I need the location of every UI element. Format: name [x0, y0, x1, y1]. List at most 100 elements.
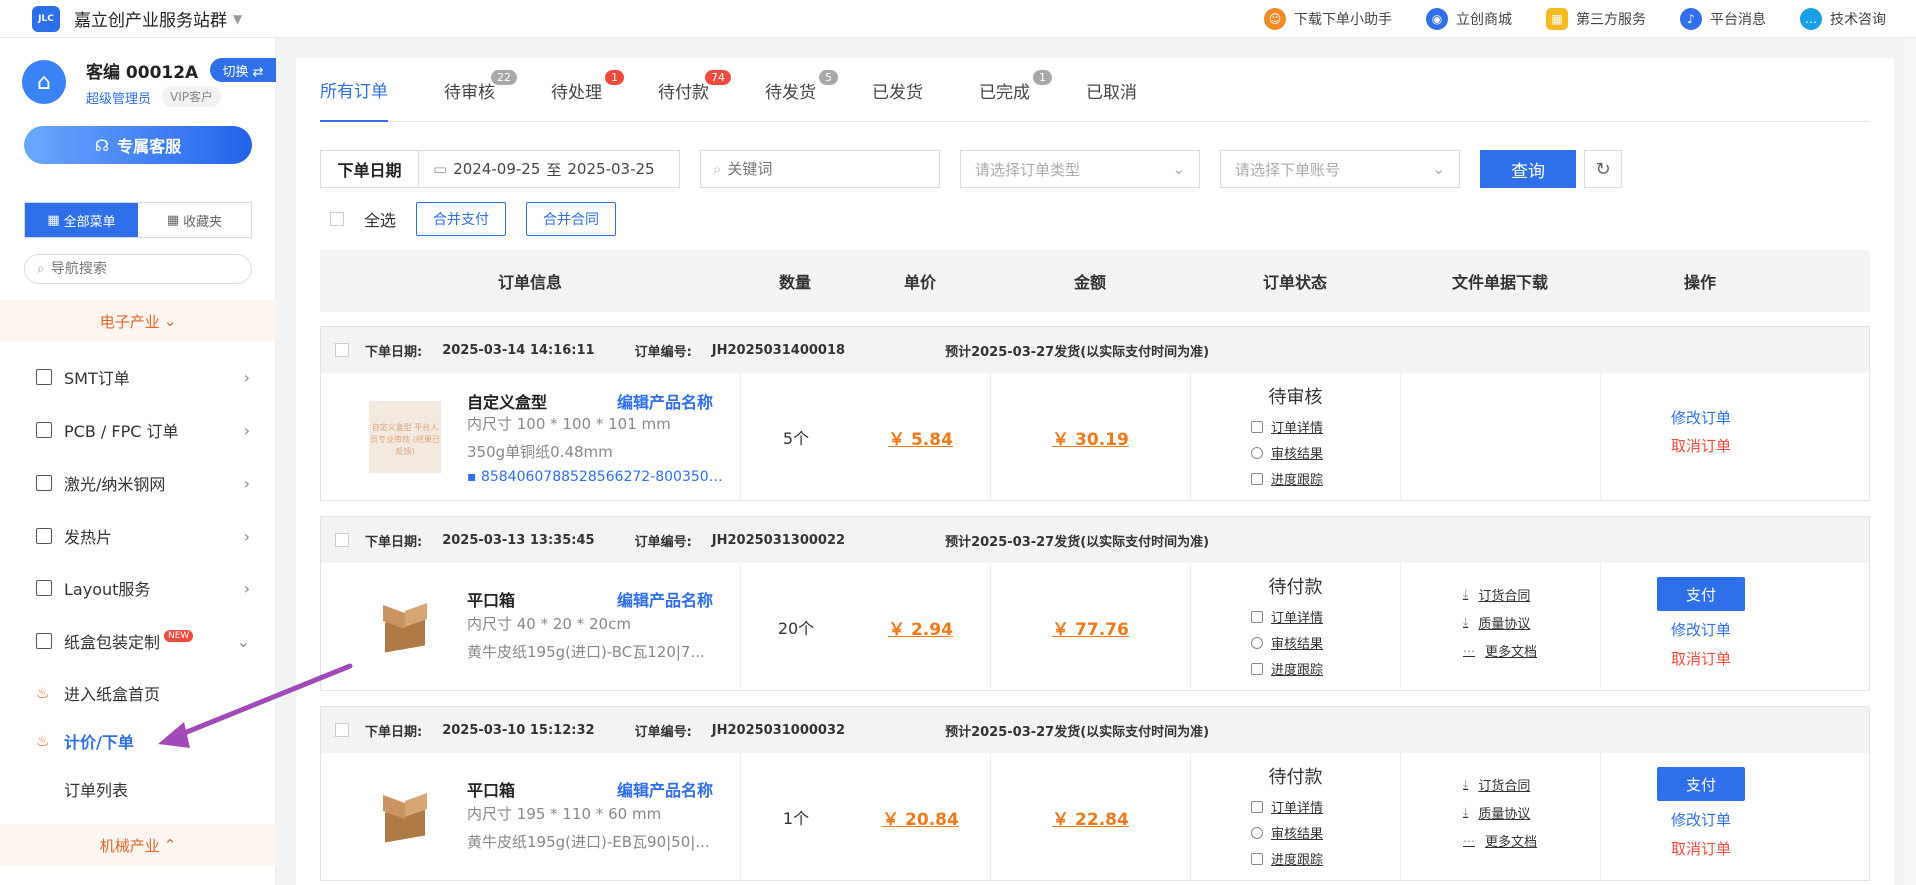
progress-link[interactable]: 进度跟踪 [1251, 659, 1323, 678]
nav-search-input[interactable] [50, 261, 231, 277]
tab-label: 已取消 [1086, 82, 1137, 103]
order-checkbox[interactable] [335, 533, 349, 547]
tab-pending-process[interactable]: 待处理 1 [551, 58, 624, 122]
unit-price[interactable]: ￥ 20.84 [882, 805, 959, 830]
hourglass-icon [1251, 472, 1263, 485]
date-range-picker[interactable]: 下单日期 ▭ 2024-09-25 至 2025-03-25 [320, 150, 680, 188]
top-link-assistant[interactable]: ☺ 下载下单小助手 [1264, 8, 1392, 30]
document-icon [1251, 420, 1263, 433]
page-scrollbar[interactable] [1904, 38, 1916, 885]
product-thumbnail[interactable]: 自定义盒型 平台人员专业审核 (结果已反馈) [369, 401, 441, 473]
product-name: 自定义盒型 [467, 393, 548, 412]
edit-order-link[interactable]: 修改订单 [1637, 407, 1765, 428]
sidebar-item-stencil[interactable]: 激光/纳米钢网 › [0, 457, 276, 509]
unit-price[interactable]: ￥ 2.94 [888, 615, 953, 640]
order-checkbox[interactable] [335, 343, 349, 357]
chevron-down-icon: ⌄ [1172, 160, 1185, 178]
progress-link[interactable]: 进度跟踪 [1251, 469, 1323, 488]
section-electronics[interactable]: 电子产业 ⌄ [0, 300, 276, 342]
cancel-order-link[interactable]: 取消订单 [1637, 648, 1765, 669]
progress-link[interactable]: 进度跟踪 [1251, 849, 1323, 868]
edit-product-name-link[interactable]: 编辑产品名称 [617, 587, 713, 611]
home-icon[interactable]: ⌂ [22, 60, 66, 104]
order-no: JH2025031300022 [711, 532, 846, 548]
product-thumbnail[interactable] [369, 781, 441, 853]
sidebar-item-layout[interactable]: Layout服务 › [0, 562, 276, 614]
section-machinery[interactable]: 机械产业 ⌃ [0, 824, 276, 866]
review-result-link[interactable]: 审核结果 [1251, 443, 1323, 462]
merge-pay-button[interactable]: 合并支付 [416, 202, 507, 236]
sidebar-subitem-order-list[interactable]: 订单列表 [0, 766, 276, 812]
tab-all-orders[interactable]: 所有订单 [320, 58, 388, 122]
purchase-contract-link[interactable]: ⤓ 订货合同 [1463, 775, 1530, 794]
date-range-value[interactable]: ▭ 2024-09-25 至 2025-03-25 [419, 159, 655, 180]
pay-button[interactable]: 支付 [1657, 577, 1745, 611]
tab-pending-ship[interactable]: 待发货 5 [765, 58, 838, 122]
keyword-input[interactable] [727, 160, 928, 178]
top-link-label: 平台消息 [1710, 12, 1766, 28]
file-link[interactable]: ▪ 858406078852856627​2-8003505... [467, 469, 727, 485]
total-amount[interactable]: ￥ 22.84 [1052, 805, 1129, 830]
query-button[interactable]: 查询 [1480, 150, 1576, 188]
tab-cancelled[interactable]: 已取消 [1086, 58, 1137, 122]
unit-price[interactable]: ￥ 5.84 [888, 425, 953, 450]
order-header: 下单日期: 2025-03-14 14:16:11 订单编号: JH202503… [321, 327, 1869, 373]
select-all-checkbox[interactable] [330, 212, 344, 226]
edit-order-link[interactable]: 修改订单 [1637, 809, 1765, 830]
top-link-third-party[interactable]: ▦ 第三方服务 [1546, 8, 1646, 30]
account-select[interactable]: 请选择下单账号 ⌄ [1220, 150, 1460, 188]
download-icon: ⤓ [1463, 587, 1469, 601]
tab-all-menu[interactable]: ▦ 全部菜单 [25, 203, 138, 237]
top-link-messages[interactable]: ♪ 平台消息 [1680, 8, 1766, 30]
column-header: 单价 [903, 273, 936, 292]
order-detail-link[interactable]: 订单详情 [1251, 417, 1323, 436]
refresh-icon[interactable]: ↻ [1584, 150, 1622, 188]
more-docs-link[interactable]: ⋯ 更多文档 [1463, 831, 1537, 851]
switch-account-button[interactable]: 切换 ⇄ [210, 58, 276, 82]
sidebar-item-smt[interactable]: SMT订单 › [0, 351, 276, 403]
top-link-tech-consult[interactable]: … 技术咨询 [1800, 8, 1886, 30]
quality-agreement-link[interactable]: ⤓ 质量协议 [1463, 803, 1530, 822]
order-detail-link[interactable]: 订单详情 [1251, 607, 1323, 626]
site-logo[interactable]: JLC [32, 5, 60, 32]
cancel-order-link[interactable]: 取消订单 [1637, 435, 1765, 456]
edit-product-name-link[interactable]: 编辑产品名称 [617, 777, 713, 801]
sidebar-subitem-quote-order[interactable]: ♨ 计价/下单 [0, 718, 276, 764]
total-amount[interactable]: ￥ 30.19 [1052, 425, 1129, 450]
tab-favorites[interactable]: ▦ 收藏夹 [138, 203, 251, 237]
edit-order-link[interactable]: 修改订单 [1637, 619, 1765, 640]
site-title[interactable]: 嘉立创产业服务站群 [74, 6, 227, 31]
select-all-label[interactable]: 全选 [364, 207, 396, 231]
sidebar-item-packaging[interactable]: 纸盒包装定制 NEW ⌄ [0, 615, 276, 667]
purchase-contract-link[interactable]: ⤓ 订货合同 [1463, 585, 1530, 604]
merge-contract-button[interactable]: 合并合同 [526, 202, 617, 236]
sidebar-item-pcb[interactable]: PCB / FPC 订单 › [0, 404, 276, 456]
total-amount[interactable]: ￥ 77.76 [1052, 615, 1129, 640]
tab-pending-payment[interactable]: 待付款 74 [658, 58, 731, 122]
customer-service-button[interactable]: ☊ 专属客服 [24, 126, 252, 164]
sidebar-item-heater[interactable]: 发热片 › [0, 510, 276, 562]
quality-agreement-link[interactable]: ⤓ 质量协议 [1463, 613, 1530, 632]
top-link-mall[interactable]: ◉ 立创商城 [1426, 8, 1512, 30]
cancel-order-link[interactable]: 取消订单 [1637, 838, 1765, 859]
review-result-link[interactable]: 审核结果 [1251, 633, 1323, 652]
sidebar-subitem-box-home[interactable]: ♨ 进入纸盒首页 [0, 670, 276, 716]
order-header: 下单日期: 2025-03-13 13:35:45 订单编号: JH202503… [321, 517, 1869, 563]
tab-shipped[interactable]: 已发货 [872, 58, 923, 122]
check-circle-icon [1251, 826, 1263, 839]
status-text: 待付款 [1268, 767, 1323, 788]
review-result-link[interactable]: 审核结果 [1251, 823, 1323, 842]
chevron-down-icon[interactable]: ▼ [233, 12, 242, 26]
edit-product-name-link[interactable]: 编辑产品名称 [617, 389, 713, 413]
product-thumbnail[interactable] [369, 591, 441, 663]
count-badge: 74 [705, 70, 731, 85]
tab-pending-review[interactable]: 待审核 22 [444, 58, 517, 122]
order-detail-link[interactable]: 订单详情 [1251, 797, 1323, 816]
doc-label: 质量协议 [1478, 617, 1531, 632]
column-header: 数量 [778, 273, 811, 292]
more-docs-link[interactable]: ⋯ 更多文档 [1463, 641, 1537, 661]
pay-button[interactable]: 支付 [1657, 767, 1745, 801]
tab-completed[interactable]: 已完成 1 [979, 58, 1052, 122]
order-type-select[interactable]: 请选择订单类型 ⌄ [960, 150, 1200, 188]
order-checkbox[interactable] [335, 723, 349, 737]
